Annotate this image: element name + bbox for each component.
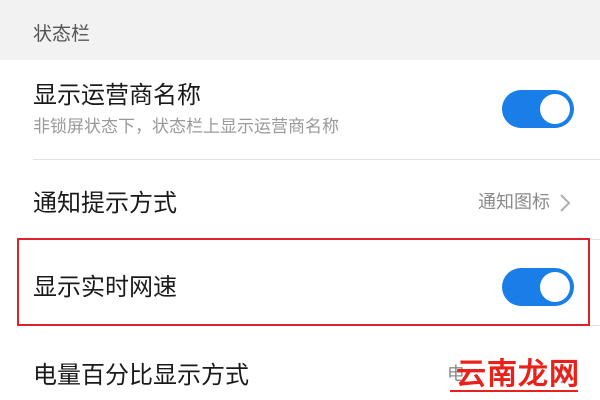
watermark-underline [450, 390, 578, 392]
setting-value: 通知图标 [478, 192, 550, 213]
setting-row-show-carrier-name[interactable]: 显示运营商名称 非锁屏状态下，状态栏上显示运营商名称 [0, 60, 600, 160]
setting-title: 通知提示方式 [33, 189, 177, 217]
section-header: 状态栏 [0, 0, 600, 60]
chevron-right-icon [560, 194, 571, 212]
setting-title: 显示运营商名称 [33, 81, 201, 109]
watermark-logo: 云南龙网 [456, 357, 580, 392]
highlight-box [17, 238, 590, 326]
section-title: 状态栏 [33, 23, 91, 45]
toggle-knob [540, 94, 570, 124]
show-carrier-name-toggle[interactable] [502, 90, 574, 128]
setting-title: 电量百分比显示方式 [33, 361, 249, 389]
setting-subtitle: 非锁屏状态下，状态栏上显示运营商名称 [33, 117, 339, 137]
setting-row-notification-style[interactable]: 通知提示方式 通知图标 [0, 160, 600, 240]
